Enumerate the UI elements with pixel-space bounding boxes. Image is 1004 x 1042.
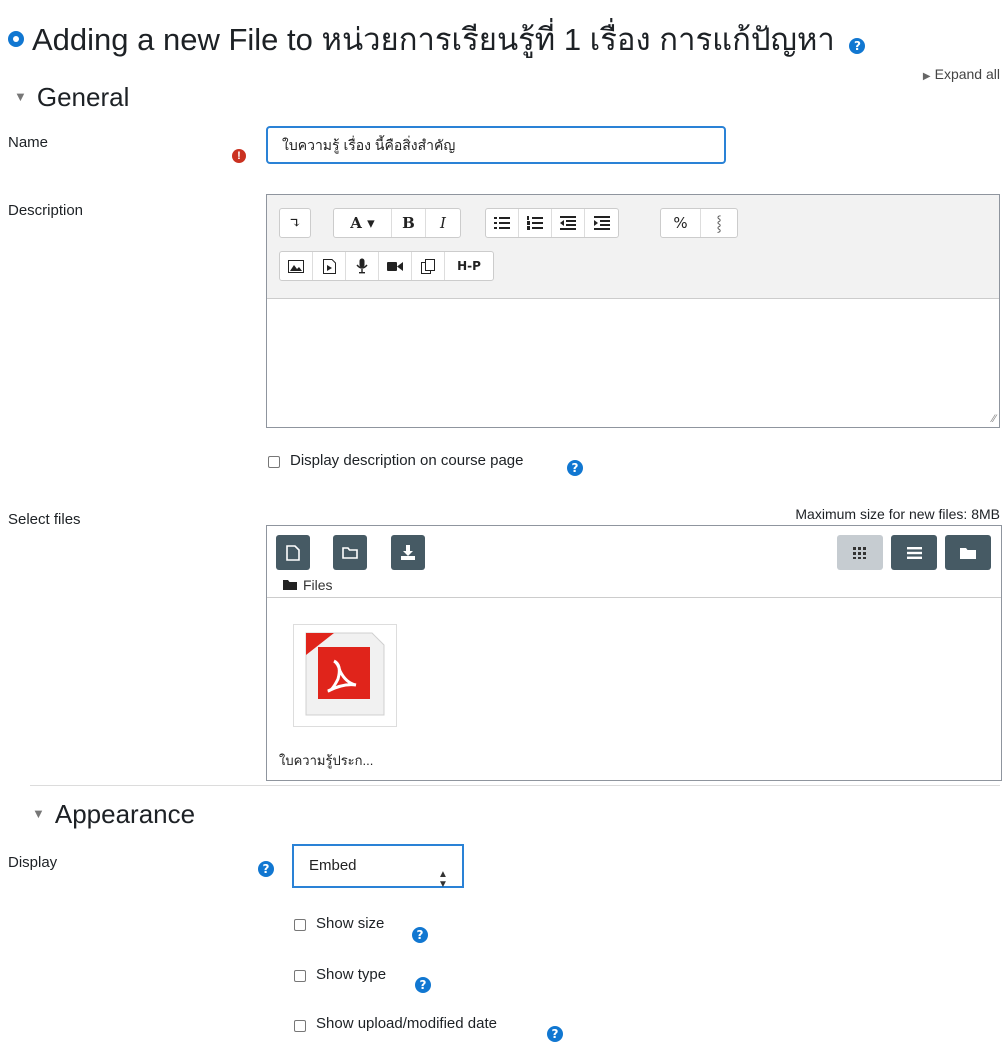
unlink-icon[interactable]: ⸾: [701, 209, 737, 237]
display-description-label: Display description on course page: [290, 452, 524, 469]
pdf-icon: [305, 632, 385, 716]
max-size-text: Maximum size for new files: 8MB: [795, 506, 1000, 522]
editor-toolbar: ↴ A ▾ B I % ⸾ H-P: [267, 195, 999, 299]
icon-view-button[interactable]: [837, 535, 883, 570]
ordered-list-icon[interactable]: [519, 209, 552, 237]
section-divider: [30, 785, 1000, 786]
download-button[interactable]: [391, 535, 425, 570]
collapse-toolbar-button[interactable]: ↴: [280, 209, 310, 237]
name-label: Name: [8, 134, 49, 151]
description-text-area[interactable]: ⁄⁄: [267, 299, 999, 427]
display-select[interactable]: Embed ▲ ▼: [292, 844, 464, 890]
show-size-checkbox[interactable]: [294, 919, 306, 931]
add-file-button[interactable]: [276, 535, 310, 570]
paragraph-styles-button[interactable]: A ▾: [334, 209, 392, 237]
folder-solid-icon: [960, 547, 976, 559]
resize-handle-icon[interactable]: ⁄⁄: [992, 413, 996, 425]
page-title-text: Adding a new File to หน่วยการเรียนรู้ที่…: [32, 22, 835, 57]
tree-view-button[interactable]: [945, 535, 991, 570]
general-section-header[interactable]: ▼ General: [14, 82, 129, 113]
download-icon: [401, 545, 415, 560]
caret-down-icon: ▼: [14, 88, 27, 104]
required-icon: !: [232, 149, 246, 163]
video-camera-icon[interactable]: [379, 252, 412, 280]
list-view-button[interactable]: [891, 535, 937, 570]
file-picker: Files ใบความรู้ประก...: [266, 525, 1002, 781]
grid-icon: [853, 546, 866, 559]
show-date-help-icon[interactable]: ?: [547, 1026, 563, 1042]
toolbar-group-style: A ▾ B I: [333, 208, 461, 238]
toolbar-group-media: H-P: [279, 251, 494, 281]
show-size-help-icon[interactable]: ?: [412, 927, 428, 943]
indent-icon[interactable]: [585, 209, 618, 237]
unordered-list-icon[interactable]: [486, 209, 519, 237]
show-type-checkbox[interactable]: [294, 970, 306, 982]
bold-button[interactable]: B: [392, 209, 426, 237]
file-name-label[interactable]: ใบความรู้ประก...: [279, 750, 373, 771]
file-picker-toolbar: Files: [267, 526, 1001, 598]
toolbar-group-links: % ⸾: [660, 208, 738, 238]
list-icon: [906, 546, 922, 559]
show-date-checkbox[interactable]: [294, 1020, 306, 1032]
appearance-section-header[interactable]: ▼ Appearance: [32, 799, 195, 830]
file-icon: [286, 544, 300, 561]
description-editor: ↴ A ▾ B I % ⸾ H-P ⁄⁄: [266, 194, 1000, 428]
show-size-label: Show size: [316, 915, 385, 932]
manage-files-icon[interactable]: [412, 252, 445, 280]
show-type-help-icon[interactable]: ?: [415, 977, 431, 993]
microphone-icon[interactable]: [346, 252, 379, 280]
show-date-label: Show upload/modified date: [316, 1015, 497, 1032]
toolbar-group-lists: [485, 208, 619, 238]
create-folder-button[interactable]: [333, 535, 367, 570]
file-path-breadcrumb: Files: [283, 577, 333, 593]
description-label: Description: [8, 202, 84, 219]
italic-button[interactable]: I: [426, 209, 460, 237]
link-icon[interactable]: %: [661, 209, 701, 237]
toolbar-group-collapse: ↴: [279, 208, 311, 238]
select-files-label: Select files: [8, 511, 81, 528]
show-type-label: Show type: [316, 966, 387, 983]
activity-icon: [8, 30, 24, 47]
caret-down-icon: ▼: [32, 805, 45, 821]
display-description-help-icon[interactable]: ?: [567, 460, 583, 476]
image-icon[interactable]: [280, 252, 313, 280]
expand-all-link[interactable]: ▶ Expand all: [923, 66, 1000, 82]
display-help-icon[interactable]: ?: [258, 861, 274, 877]
display-label: Display: [8, 854, 58, 871]
expand-triangle-icon: ▶: [922, 71, 931, 82]
help-icon[interactable]: ?: [849, 38, 866, 54]
pdf-file-thumbnail[interactable]: [293, 624, 397, 727]
folder-solid-icon: [283, 580, 297, 590]
outdent-icon[interactable]: [552, 209, 585, 237]
media-icon[interactable]: [313, 252, 346, 280]
page-title: Adding a new File to หน่วยการเรียนรู้ที่…: [8, 14, 866, 64]
display-description-checkbox[interactable]: [268, 456, 280, 468]
h5p-icon[interactable]: H-P: [445, 252, 493, 280]
folder-icon: [342, 547, 358, 559]
name-input[interactable]: ใบความรู้ เรื่อง นี้คือสิ่งสำคัญ: [266, 126, 726, 164]
